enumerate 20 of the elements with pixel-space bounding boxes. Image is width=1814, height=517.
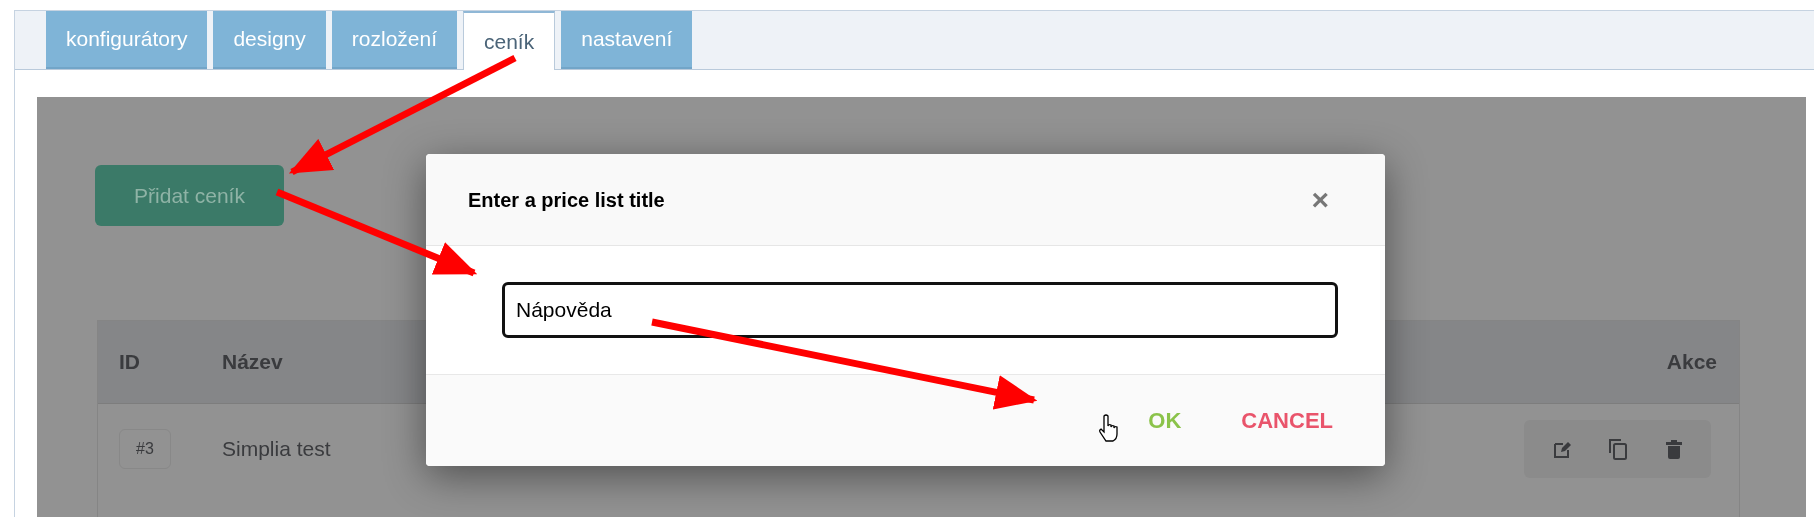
tab[interactable]: designy [213, 11, 326, 69]
edit-icon[interactable] [1552, 439, 1572, 459]
id-badge: #3 [119, 429, 171, 469]
column-header: ID [119, 349, 141, 376]
hand-cursor-icon [1099, 414, 1118, 442]
ok-button[interactable]: OK [1148, 404, 1182, 437]
column-header: Akce [1666, 349, 1717, 376]
tab[interactable]: konfigurátory [46, 11, 208, 69]
dialog-title: Enter a price list title [468, 187, 665, 213]
close-button[interactable]: × [1311, 184, 1329, 215]
tab[interactable]: rozložení [331, 11, 457, 69]
copy-icon[interactable] [1609, 438, 1629, 460]
column-header: Název [222, 349, 284, 376]
tab[interactable]: ceník [463, 11, 556, 70]
tab[interactable]: nastavení [561, 11, 693, 69]
cancel-button[interactable]: CANCEL [1241, 404, 1333, 437]
title-input-field[interactable]: Nápověda [502, 282, 1338, 338]
add-price-list-button[interactable]: Přidat ceník [95, 165, 284, 226]
table-cell-text: Simplia test [222, 436, 332, 463]
delete-icon[interactable] [1666, 439, 1683, 459]
